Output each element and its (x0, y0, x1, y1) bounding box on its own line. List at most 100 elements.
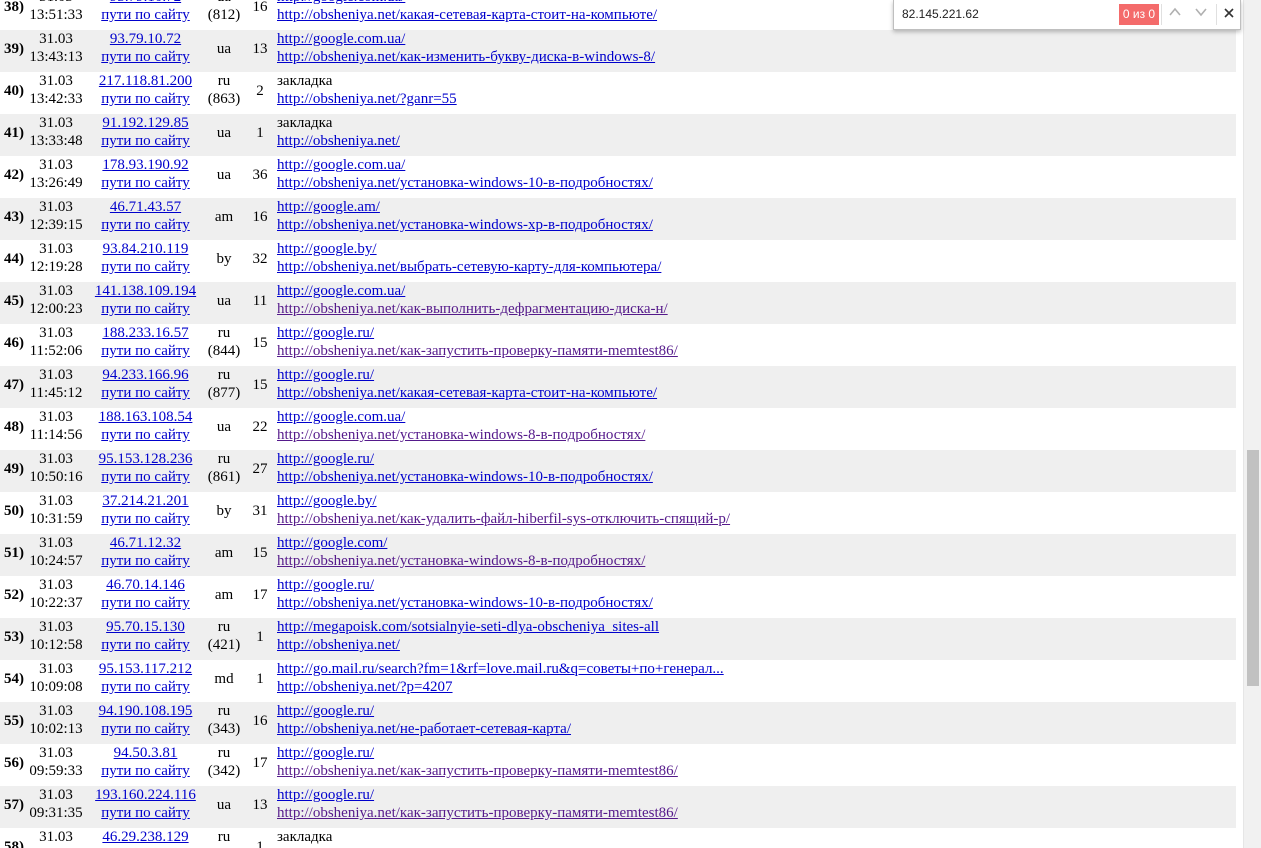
landing-page-link[interactable]: http://obsheniya.net/ (277, 636, 659, 654)
visitor-cell: 188.163.108.54 пути по сайту (88, 408, 203, 444)
row-number: 51) (4, 545, 24, 561)
ip-link[interactable]: 94.50.3.81 (88, 744, 203, 762)
landing-page-link[interactable]: http://obsheniya.net/не-работает-сетевая… (277, 720, 571, 738)
find-next-button[interactable] (1190, 4, 1212, 25)
site-paths-link[interactable]: пути по сайту (88, 6, 203, 24)
ip-link[interactable]: 93.79.10.72 (88, 30, 203, 48)
ip-link[interactable]: 46.71.43.57 (88, 198, 203, 216)
referrer-link[interactable]: http://google.ru/ (277, 366, 657, 384)
site-paths-link[interactable]: пути по сайту (88, 762, 203, 780)
landing-page-link[interactable]: http://obsheniya.net/установка-windows-1… (277, 174, 653, 192)
site-paths-link[interactable]: пути по сайту (88, 132, 203, 150)
ip-link[interactable]: 95.153.117.212 (88, 660, 203, 678)
referrer-link[interactable]: http://google.com.ua/ (277, 156, 653, 174)
country-code: am (214, 545, 234, 561)
region-count: (812) (207, 7, 241, 23)
ip-link[interactable]: 46.70.14.146 (88, 576, 203, 594)
visitor-cell: 193.160.224.116 пути по сайту (88, 786, 203, 822)
landing-page-link[interactable]: http://obsheniya.net/установка-windows-x… (277, 216, 653, 234)
site-paths-link[interactable]: пути по сайту (88, 426, 203, 444)
referrer-link[interactable]: http://google.ru/ (277, 324, 678, 342)
find-input[interactable] (898, 3, 1120, 25)
referrer-link[interactable]: http://megapoisk.com/sotsialnyie-seti-dl… (277, 618, 659, 636)
visit-datetime: 31.03 13:42:33 (24, 72, 88, 108)
url-cell: http://google.com.ua/http://obsheniya.ne… (277, 156, 653, 192)
site-paths-link[interactable]: пути по сайту (88, 510, 203, 528)
ip-link[interactable]: 95.153.128.236 (88, 450, 203, 468)
site-paths-link[interactable]: пути по сайту (88, 468, 203, 486)
url-cell: http://megapoisk.com/sotsialnyie-seti-dl… (277, 618, 659, 654)
find-previous-button[interactable] (1164, 4, 1186, 25)
visitor-cell: 46.29.238.129пути по сайту (88, 828, 203, 848)
landing-page-link[interactable]: http://obsheniya.net/как-запустить-прове… (277, 342, 678, 360)
ip-link[interactable]: 178.93.190.92 (88, 156, 203, 174)
ip-link[interactable]: 46.29.238.129 (88, 828, 203, 846)
site-paths-link[interactable]: пути по сайту (88, 384, 203, 402)
page-views: 22 (252, 419, 268, 435)
site-paths-link[interactable]: пути по сайту (88, 216, 203, 234)
vertical-scrollbar[interactable] (1243, 0, 1261, 848)
landing-page-link[interactable]: http://obsheniya.net/какая-сетевая-карта… (277, 6, 657, 24)
site-paths-link[interactable]: пути по сайту (88, 174, 203, 192)
ip-link[interactable]: 95.70.15.130 (88, 618, 203, 636)
referrer-link[interactable]: http://google.com.ua/ (277, 408, 645, 426)
site-paths-link[interactable]: пути по сайту (88, 720, 203, 738)
visit-date: 31.03 (39, 577, 73, 593)
site-paths-link[interactable]: пути по сайту (88, 258, 203, 276)
referrer-link[interactable]: http://go.mail.ru/search?fm=1&rf=love.ma… (277, 660, 724, 678)
table-row: 52) 31.03 10:22:37 46.70.14.146 пути по сайт… (0, 576, 1236, 618)
referrer-link[interactable]: http://google.ru/ (277, 450, 653, 468)
ip-link[interactable]: 217.118.81.200 (88, 72, 203, 90)
referrer-link[interactable]: http://google.ru/ (277, 786, 678, 804)
ip-link[interactable]: 37.214.21.201 (88, 492, 203, 510)
site-paths-link[interactable]: пути по сайту (88, 342, 203, 360)
landing-page-link[interactable]: http://obsheniya.net/ (277, 132, 400, 150)
page-views: 31 (252, 503, 268, 519)
ip-link[interactable]: 193.160.224.116 (88, 786, 203, 804)
referrer-link[interactable]: http://google.ru/ (277, 576, 653, 594)
landing-page-link[interactable]: http://obsheniya.net/установка-windows-8… (277, 426, 645, 444)
landing-page-link[interactable]: http://obsheniya.net/как-изменить-букву-… (277, 48, 655, 66)
scrollbar-thumb[interactable] (1247, 450, 1259, 686)
site-paths-link[interactable]: пути по сайту (88, 48, 203, 66)
ip-link[interactable]: 91.192.129.85 (88, 114, 203, 132)
ip-link[interactable]: 94.190.108.195 (88, 702, 203, 720)
referrer-link[interactable]: http://google.ru/ (277, 702, 571, 720)
referrer-link[interactable]: http://google.com.ua/ (277, 30, 655, 48)
visit-time: 13:33:48 (29, 133, 83, 149)
site-paths-link[interactable]: пути по сайту (88, 300, 203, 318)
find-close-button[interactable] (1220, 4, 1238, 25)
site-paths-link[interactable]: пути по сайту (88, 678, 203, 696)
landing-page-link[interactable]: http://obsheniya.net/как-запустить-прове… (277, 762, 678, 780)
ip-link[interactable]: 46.71.12.32 (88, 534, 203, 552)
site-paths-link[interactable]: пути по сайту (88, 804, 203, 822)
landing-page-link[interactable]: http://obsheniya.net/установка-windows-1… (277, 468, 653, 486)
site-paths-link[interactable]: пути по сайту (88, 594, 203, 612)
referrer-link[interactable]: http://google.com/ (277, 534, 645, 552)
landing-page-link[interactable]: http://obsheniya.net/установка-windows-1… (277, 594, 653, 612)
landing-page-link[interactable]: http://obsheniya.net/какая-сетевая-карта… (277, 384, 657, 402)
site-paths-link[interactable]: пути по сайту (88, 90, 203, 108)
ip-link[interactable]: 188.163.108.54 (88, 408, 203, 426)
site-paths-link[interactable]: пути по сайту (88, 552, 203, 570)
landing-page-link[interactable]: http://obsheniya.net/установка-windows-8… (277, 552, 645, 570)
landing-page-link[interactable]: http://obsheniya.net/как-удалить-файл-hi… (277, 510, 730, 528)
landing-page-link[interactable]: http://obsheniya.net/как-запустить-прове… (277, 804, 678, 822)
landing-page-link[interactable]: http://obsheniya.net/как-выполнить-дефра… (277, 300, 668, 318)
row-number: 54) (4, 671, 24, 687)
referrer-link[interactable]: http://google.am/ (277, 198, 653, 216)
landing-page-link[interactable]: http://obsheniya.net/?p=4207 (277, 678, 724, 696)
referrer-link[interactable]: http://google.by/ (277, 492, 730, 510)
referrer-link[interactable]: http://google.by/ (277, 240, 661, 258)
ip-link[interactable]: 141.138.109.194 (88, 282, 203, 300)
site-paths-link[interactable]: пути по сайту (88, 636, 203, 654)
table-row: 44) 31.03 12:19:28 93.84.210.119 пути по сай… (0, 240, 1236, 282)
ip-link[interactable]: 94.233.166.96 (88, 366, 203, 384)
referrer-link[interactable]: http://google.ru/ (277, 744, 678, 762)
region-count: (421) (207, 637, 241, 653)
ip-link[interactable]: 188.233.16.57 (88, 324, 203, 342)
referrer-link[interactable]: http://google.com.ua/ (277, 282, 668, 300)
landing-page-link[interactable]: http://obsheniya.net/выбрать-сетевую-кар… (277, 258, 661, 276)
ip-link[interactable]: 93.84.210.119 (88, 240, 203, 258)
landing-page-link[interactable]: http://obsheniya.net/?ganr=55 (277, 90, 457, 108)
